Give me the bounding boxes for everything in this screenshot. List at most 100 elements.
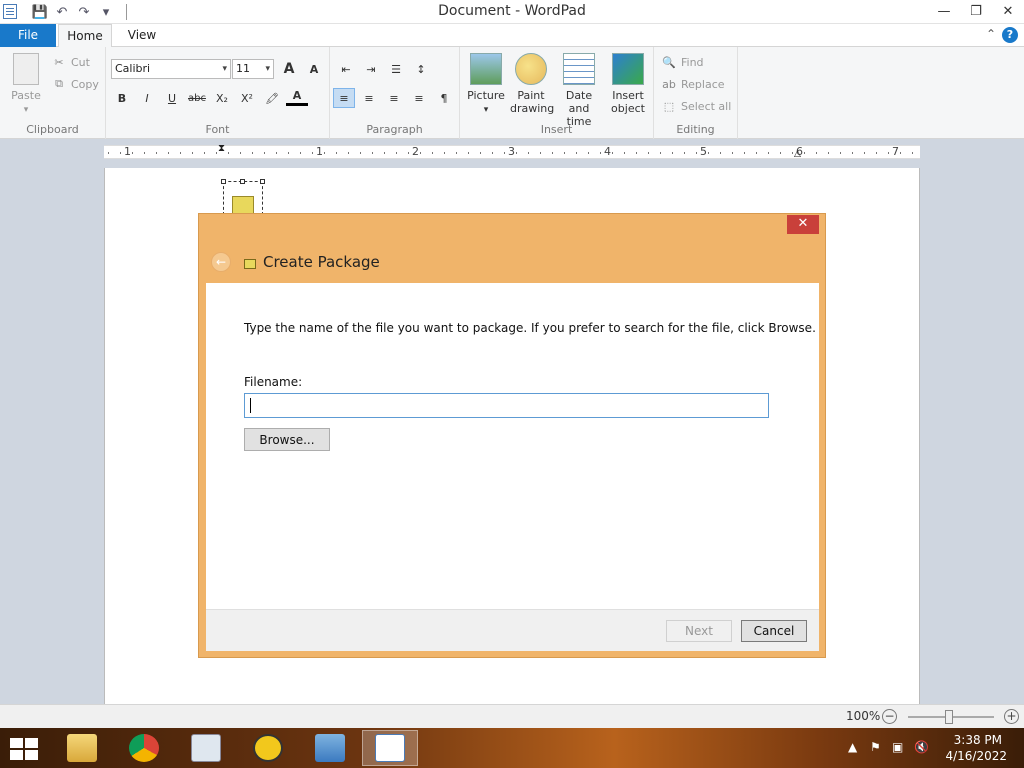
start-button[interactable]: [8, 736, 38, 760]
system-tray: ▲ ⚑ ▣ 🔇 3:38 PM 4/16/2022: [844, 728, 1024, 768]
picture-button[interactable]: Picture ▾: [466, 53, 506, 117]
zoom-out-button[interactable]: −: [882, 709, 897, 724]
copy-button[interactable]: ⧉ Copy: [52, 77, 99, 91]
subscript-button[interactable]: X₂: [211, 88, 233, 108]
taskbar-resource-monitor[interactable]: [178, 730, 234, 766]
shrink-font-button[interactable]: A: [303, 59, 325, 79]
ruler-tick: [204, 152, 205, 154]
font-color-button[interactable]: A: [286, 88, 308, 106]
minimize-ribbon-icon[interactable]: ⌃: [986, 27, 996, 41]
taskbar-file-explorer[interactable]: [54, 730, 110, 766]
dialog-close-button[interactable]: ✕: [787, 215, 819, 234]
select-all-button[interactable]: ⬚ Select all: [662, 99, 732, 113]
volume-muted-icon[interactable]: 🔇: [914, 740, 929, 754]
tab-home[interactable]: Home: [58, 24, 112, 48]
ruler-tick: [264, 152, 265, 154]
taskbar: ▲ ⚑ ▣ 🔇 3:38 PM 4/16/2022: [0, 728, 1024, 768]
clock-time[interactable]: 3:38 PM: [954, 733, 1002, 747]
ruler-tick: [648, 152, 649, 154]
filename-input[interactable]: [244, 393, 769, 418]
show-hidden-icons-icon[interactable]: ▲: [848, 740, 857, 754]
clipboard-group-label: Clipboard: [26, 123, 79, 136]
highlight-icon[interactable]: 🖍: [261, 88, 283, 108]
browse-button[interactable]: Browse...: [244, 428, 330, 451]
superscript-button[interactable]: X²: [236, 88, 258, 108]
insert-object-button[interactable]: Insert object: [608, 53, 648, 115]
increase-indent-icon[interactable]: ⇥: [360, 59, 382, 79]
ruler-tick: [432, 152, 433, 154]
paragraph-group: ⇤ ⇥ ☰ ↕ ≡ ≡ ≡ ≡ ¶ Paragraph: [330, 47, 460, 139]
clock-date[interactable]: 4/16/2022: [945, 749, 1007, 763]
chrome-icon: [129, 734, 159, 762]
zoom-in-button[interactable]: +: [1004, 709, 1019, 724]
resize-handle[interactable]: [240, 179, 245, 184]
ruler-tick: [336, 152, 337, 154]
network-icon[interactable]: ▣: [892, 740, 903, 754]
next-button[interactable]: Next: [666, 620, 732, 642]
ruler-tick: [528, 152, 529, 154]
action-center-flag-icon[interactable]: ⚑: [870, 740, 881, 754]
align-right-icon[interactable]: ≡: [383, 88, 405, 108]
ruler[interactable]: 1 1 2 3 4 5 6 7 ⧗ △: [104, 143, 920, 159]
ruler-tick: [564, 152, 565, 154]
ruler-tick: [828, 152, 829, 154]
ruler-tick: [900, 152, 901, 154]
italic-button[interactable]: I: [136, 88, 158, 108]
paragraph-settings-icon[interactable]: ¶: [433, 88, 455, 108]
back-arrow-icon[interactable]: ←: [211, 252, 231, 272]
minimize-button[interactable]: —: [928, 0, 960, 22]
underline-button[interactable]: U: [161, 88, 183, 108]
grow-font-button[interactable]: A: [278, 59, 300, 79]
decrease-indent-icon[interactable]: ⇤: [335, 59, 357, 79]
window-controls: — ❐ ✕: [928, 0, 1024, 22]
resize-handle[interactable]: [221, 179, 226, 184]
font-family-select[interactable]: Calibri: [111, 59, 231, 79]
restore-button[interactable]: ❐: [960, 0, 992, 22]
paragraph-list-controls: ⇤ ⇥ ☰ ↕: [335, 59, 432, 79]
align-left-icon[interactable]: ≡: [333, 88, 355, 108]
paint-drawing-button[interactable]: Paint drawing: [510, 53, 554, 115]
ruler-tick: [804, 152, 805, 154]
taskbar-control-panel[interactable]: [302, 730, 358, 766]
scissors-icon: ✂: [54, 55, 64, 69]
taskbar-chrome[interactable]: [116, 730, 172, 766]
taskbar-wordpad[interactable]: [362, 730, 418, 766]
alignment-controls: ≡ ≡ ≡ ≡ ¶: [333, 88, 455, 108]
ruler-mark: 5: [700, 145, 707, 158]
package-object[interactable]: [221, 179, 265, 215]
date-time-button[interactable]: Date and time: [556, 53, 602, 128]
ruler-tick: [312, 152, 313, 154]
find-button[interactable]: 🔍 Find: [662, 55, 703, 69]
title-bar: 💾 ↶ ↷ ▾ Document - WordPad — ❐ ✕: [0, 0, 1024, 24]
tab-view[interactable]: View: [122, 24, 162, 47]
ruler-tick: [252, 152, 253, 154]
ruler-tick: [864, 152, 865, 154]
taskbar-smiley-app[interactable]: [240, 730, 296, 766]
folder-icon: [67, 734, 97, 762]
left-indent-marker[interactable]: ⧗: [218, 143, 225, 154]
bold-button[interactable]: B: [111, 88, 133, 108]
cut-button[interactable]: ✂ Cut: [52, 55, 90, 69]
line-spacing-icon[interactable]: ↕: [410, 59, 432, 79]
ruler-tick: [672, 152, 673, 154]
package-icon: [232, 196, 254, 214]
justify-icon[interactable]: ≡: [408, 88, 430, 108]
cancel-button[interactable]: Cancel: [741, 620, 807, 642]
ruler-tick: [192, 152, 193, 154]
right-indent-marker[interactable]: △: [794, 149, 801, 159]
strikethrough-button[interactable]: abc: [186, 88, 208, 108]
ruler-tick: [600, 152, 601, 154]
paste-button[interactable]: Paste ▾: [6, 53, 46, 117]
align-center-icon[interactable]: ≡: [358, 88, 380, 108]
tab-file[interactable]: File: [0, 24, 56, 47]
close-window-button[interactable]: ✕: [992, 0, 1024, 22]
font-size-select[interactable]: 11: [232, 59, 274, 79]
replace-button[interactable]: ab Replace: [662, 77, 724, 91]
ruler-tick: [612, 152, 613, 154]
help-icon[interactable]: ?: [1002, 27, 1018, 43]
zoom-slider-thumb[interactable]: [945, 710, 953, 724]
ruler-tick: [732, 152, 733, 154]
resize-handle[interactable]: [260, 179, 265, 184]
bullet-list-icon[interactable]: ☰: [385, 59, 407, 79]
paragraph-group-label: Paragraph: [366, 123, 423, 136]
